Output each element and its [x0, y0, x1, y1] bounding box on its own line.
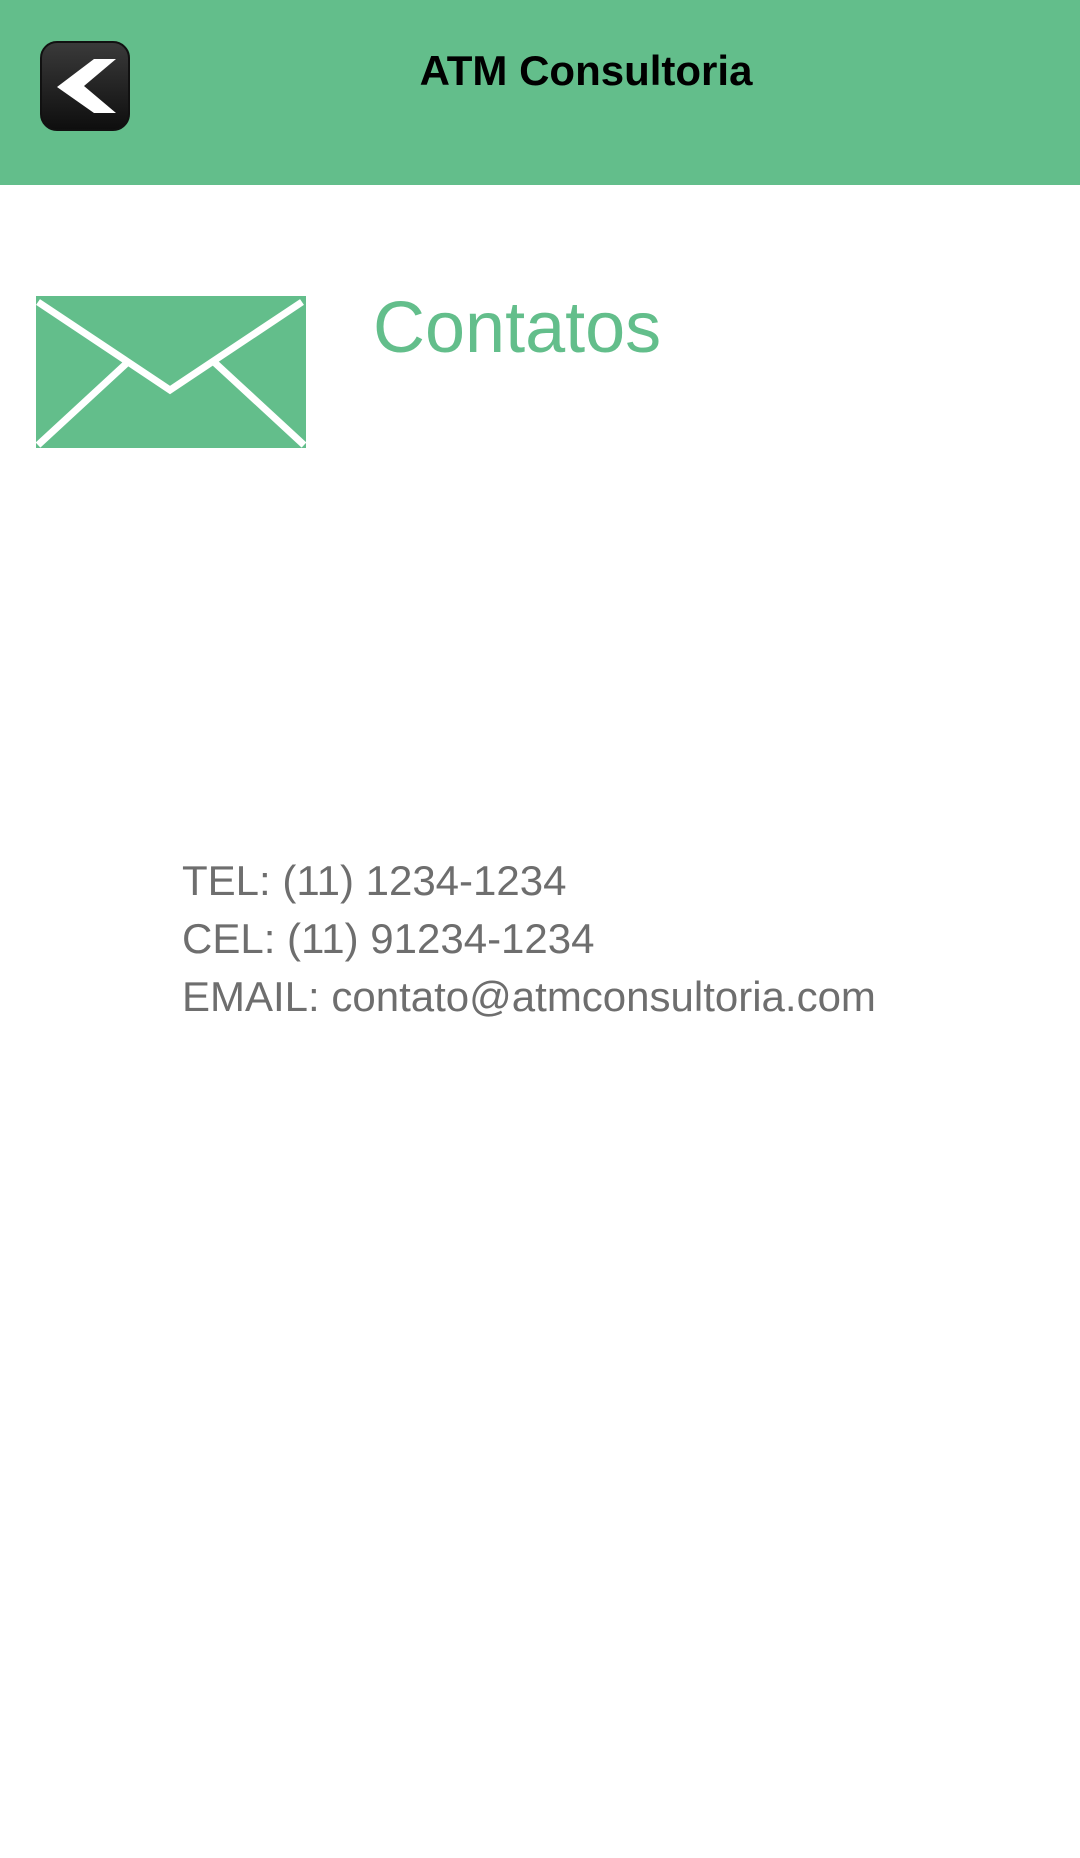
contact-email: EMAIL: contato@atmconsultoria.com: [182, 973, 876, 1020]
app-bar: ATM Consultoria: [0, 0, 1080, 185]
contact-mobile: CEL: (11) 91234-1234: [182, 915, 595, 962]
envelope-icon: [36, 296, 306, 448]
section-title: Contatos: [373, 288, 662, 368]
contact-info: TEL: (11) 1234-1234 CEL: (11) 91234-1234…: [182, 852, 876, 1026]
app-title: ATM Consultoria: [419, 47, 753, 94]
contact-phone: TEL: (11) 1234-1234: [182, 857, 567, 904]
